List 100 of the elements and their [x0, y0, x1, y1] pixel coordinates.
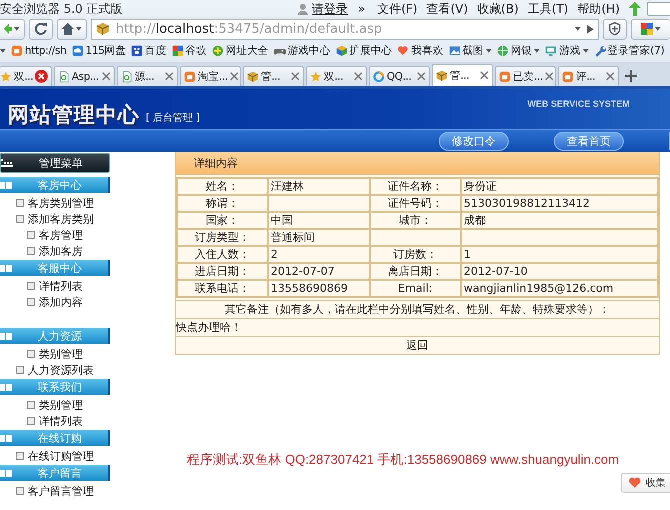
- collect-button[interactable]: 收集: [621, 473, 670, 493]
- menu-header: 管理菜单: [0, 153, 110, 173]
- menu-item[interactable]: 人力资源列表: [0, 362, 110, 378]
- menu-item[interactable]: 客户留言管理: [0, 483, 110, 499]
- browser-tab[interactable]: 双...: [306, 66, 367, 86]
- browser-tab[interactable]: 源...: [117, 66, 178, 86]
- shield-button[interactable]: [603, 18, 627, 40]
- bookmark[interactable]: 登录管家(7): [594, 44, 664, 58]
- back-button[interactable]: [0, 18, 25, 40]
- browser-tab[interactable]: 管...: [432, 64, 493, 86]
- field-value: 身份证: [461, 178, 658, 195]
- bookmark[interactable]: 我喜欢: [397, 44, 444, 58]
- refresh-icon: [34, 22, 48, 36]
- footer-text: 程序测试:双鱼林 QQ:287307421 手机:13558690869 www.shuangyulin.com: [187, 452, 620, 467]
- menu-item[interactable]: 工具(T): [528, 0, 569, 18]
- caret-icon[interactable]: [486, 49, 492, 53]
- close-icon[interactable]: [417, 72, 426, 81]
- menu-item[interactable]: 类别管理: [0, 346, 110, 362]
- menu-item[interactable]: 文件(F): [377, 0, 418, 18]
- play-icon[interactable]: [587, 24, 594, 34]
- remarks-label: 其它备注（如有多人，请在此栏中分别填写姓名、性别、年龄、特殊要求等）：: [225, 302, 610, 317]
- refresh-button[interactable]: [29, 18, 53, 40]
- caret-icon[interactable]: [582, 49, 589, 53]
- menu-item[interactable]: 客房管理: [0, 227, 110, 243]
- caret-icon[interactable]: [534, 49, 540, 53]
- login-link[interactable]: 请登录: [297, 0, 348, 18]
- box-icon: [247, 70, 259, 82]
- page-icon: [58, 70, 70, 82]
- bookmark[interactable]: 网址大全: [212, 44, 269, 58]
- menu-item[interactable]: 查看(V): [426, 0, 468, 18]
- bookmark[interactable]: 扩展中心: [336, 44, 392, 58]
- shield-icon: [608, 22, 622, 36]
- menu-item[interactable]: 详情列表: [0, 413, 110, 429]
- menu-item[interactable]: 客房类别管理: [0, 195, 110, 211]
- field-value: 2: [268, 246, 370, 263]
- back-arrow-icon: [4, 24, 12, 34]
- browser-tab[interactable]: 已卖...: [495, 66, 556, 86]
- bookmark[interactable]: http://sh: [11, 45, 67, 57]
- shop-icon: [184, 70, 196, 82]
- field-label: 联系电话：: [177, 280, 268, 297]
- close-icon[interactable]: [354, 72, 363, 81]
- browser-tab[interactable]: QQ...: [369, 66, 430, 86]
- field-label: 进店日期：: [177, 263, 268, 280]
- screen-icon: [545, 45, 558, 57]
- back-link[interactable]: 返回: [406, 338, 428, 353]
- window-button[interactable]: [647, 2, 670, 16]
- close-icon[interactable]: [606, 72, 615, 81]
- grid-logo-icon: [641, 23, 653, 35]
- browser-tab[interactable]: 管...: [243, 66, 304, 86]
- field-value: wangjianlin1985@126.com: [461, 280, 658, 297]
- more-icon[interactable]: »: [358, 2, 366, 16]
- shop-icon: [499, 70, 511, 82]
- close-icon[interactable]: [480, 71, 489, 80]
- header-button[interactable]: 查看首页: [554, 132, 624, 150]
- bookmark[interactable]: 谷歌: [172, 44, 207, 58]
- menu-item[interactable]: 添加客房类别: [0, 211, 110, 227]
- menu-item[interactable]: 帮助(H): [578, 0, 620, 18]
- grid-icon: [1, 159, 13, 167]
- menu-item[interactable]: 添加客房: [0, 243, 110, 259]
- browser-tab[interactable]: Asp...: [54, 66, 115, 86]
- shop-icon: [11, 45, 23, 57]
- menu-item[interactable]: 类别管理: [0, 397, 110, 413]
- bookmark[interactable]: 115网盘: [72, 44, 126, 58]
- grid-icon: [172, 45, 184, 57]
- bookmark[interactable]: 游戏: [545, 44, 589, 58]
- home-button[interactable]: [57, 18, 87, 40]
- field-value: 成都: [461, 212, 658, 229]
- search-engine-button[interactable]: [631, 18, 670, 40]
- paw-icon: [131, 45, 144, 57]
- page-icon: [16, 487, 24, 495]
- heart-icon: [628, 476, 642, 490]
- menu-item[interactable]: 在线订购管理: [0, 448, 110, 464]
- close-icon[interactable]: [35, 70, 48, 83]
- bookmark[interactable]: 游戏中心: [274, 44, 331, 58]
- header-button[interactable]: 修改口令: [439, 132, 509, 150]
- close-icon[interactable]: [230, 72, 240, 81]
- bookmark[interactable]: 网银: [496, 44, 540, 58]
- menu-item[interactable]: 详情列表: [0, 278, 110, 294]
- field-value: 2012-07-10: [461, 263, 658, 280]
- ring-icon: [373, 70, 385, 82]
- menu-item[interactable]: 添加内容: [0, 294, 110, 310]
- caret-icon: [575, 27, 581, 31]
- address-field[interactable]: http://localhost:53475/admin/default.asp: [91, 18, 599, 40]
- remarks-text: 快点办理哈！: [176, 320, 242, 335]
- bookmark[interactable]: 百度: [131, 44, 167, 58]
- close-icon[interactable]: [102, 72, 111, 81]
- close-icon[interactable]: [545, 72, 554, 81]
- field-label: 证件号码：: [370, 195, 461, 212]
- menu-item[interactable]: 收藏(B): [477, 0, 519, 18]
- field-value: 2012-07-07: [268, 263, 370, 280]
- close-icon[interactable]: [165, 72, 174, 81]
- arrow-icon[interactable]: [629, 2, 641, 16]
- browser-tab[interactable]: 双...: [0, 66, 52, 86]
- image-icon: [448, 45, 460, 57]
- bookmark[interactable]: 截图: [448, 44, 492, 58]
- field-label: 证件名称：: [370, 178, 461, 195]
- close-icon[interactable]: [291, 72, 300, 81]
- browser-tab[interactable]: 淘宝...: [180, 66, 241, 86]
- browser-tab[interactable]: 评...: [558, 66, 619, 86]
- field-label: 城市：: [370, 212, 461, 229]
